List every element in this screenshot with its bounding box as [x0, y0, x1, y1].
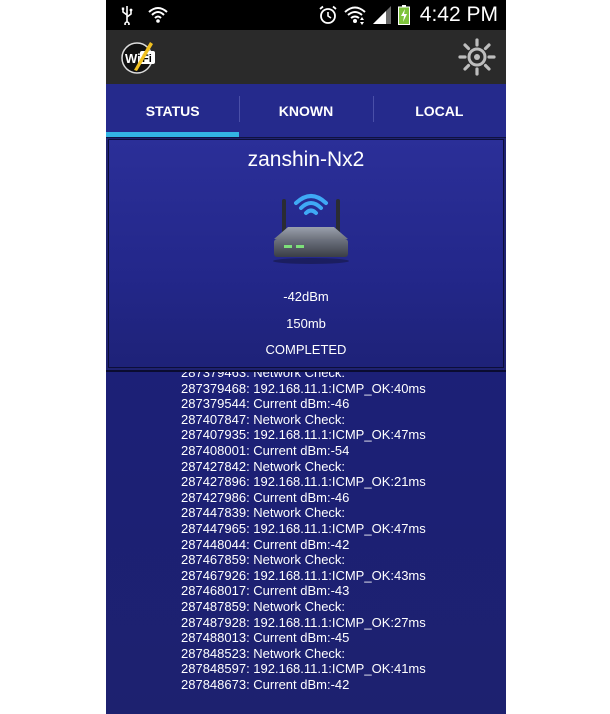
connection-status-panel: zanshin-Nx2 -42dBm 150mb COMPLETED — [108, 139, 504, 368]
log-line: 287848523: Network Check: — [181, 645, 346, 661]
log-line: 287407847: Network Check: — [181, 411, 346, 427]
log-line: 287848673: Current dBm:-42 — [181, 676, 350, 692]
log-line: 287427986: Current dBm:-46 — [181, 489, 350, 505]
clock: 4:42 PM — [419, 3, 498, 26]
log-line: 287427842: Network Check: — [181, 458, 346, 474]
tab-local-label: LOCAL — [415, 102, 464, 119]
signal-strength: -42dBm — [283, 289, 329, 304]
phone-screen: 4:42 PM Wi Fi STATUS KNOWN LOCAL zanshin… — [106, 0, 506, 714]
log-line: 287447965: 192.168.11.1:ICMP_OK:47ms — [181, 520, 426, 536]
action-bar: Wi Fi — [106, 30, 506, 84]
network-ssid: zanshin-Nx2 — [247, 148, 365, 171]
status-bar: 4:42 PM — [106, 0, 506, 30]
log-line: 287468017: Current dBm:-43 — [181, 583, 350, 599]
connection-state: COMPLETED — [265, 342, 347, 357]
gear-icon[interactable] — [458, 38, 496, 76]
link-speed: 150mb — [286, 316, 326, 331]
log-line: 287427896: 192.168.11.1:ICMP_OK:21ms — [181, 474, 426, 490]
wifi-signal-icon — [344, 6, 366, 25]
log-line: 287467926: 192.168.11.1:ICMP_OK:43ms — [181, 567, 426, 583]
log-line: 287487859: Network Check: — [181, 598, 346, 614]
log-line: 287447839: Network Check: — [181, 505, 346, 521]
log-line: 287408001: Current dBm:-54 — [181, 442, 350, 458]
log-line: 287407935: 192.168.11.1:ICMP_OK:47ms — [181, 427, 426, 443]
alarm-icon — [319, 5, 337, 24]
usb-icon — [121, 6, 133, 25]
tab-local[interactable]: LOCAL — [372, 84, 506, 137]
cell-signal-icon — [372, 6, 391, 24]
log-lines: 287379463: Network Check: 287379468: 192.… — [181, 370, 426, 692]
tab-status[interactable]: STATUS — [106, 84, 240, 137]
log-line: 287379544: Current dBm:-46 — [181, 396, 350, 412]
tab-known[interactable]: KNOWN — [239, 84, 372, 137]
log-line: 287379463: Network Check: — [181, 370, 346, 380]
log-line: 287848597: 192.168.11.1:ICMP_OK:41ms — [181, 661, 426, 677]
network-log[interactable]: 287379463: Network Check: 287379468: 192.… — [106, 370, 506, 714]
wifi-app-logo-icon[interactable]: Wi Fi — [120, 40, 158, 76]
battery-charging-icon — [397, 5, 410, 25]
log-line: 287379468: 192.168.11.1:ICMP_OK:40ms — [181, 380, 426, 396]
wifi-router-icon — [273, 194, 349, 264]
tab-status-label: STATUS — [145, 102, 200, 119]
log-line: 287448044: Current dBm:-42 — [181, 536, 350, 552]
wifi-notification-icon — [148, 7, 168, 23]
tab-known-label: KNOWN — [278, 102, 334, 119]
tab-bar: STATUS KNOWN LOCAL — [106, 84, 506, 138]
log-line: 287488013: Current dBm:-45 — [181, 630, 350, 646]
log-line: 287487928: 192.168.11.1:ICMP_OK:27ms — [181, 614, 426, 630]
log-line: 287467859: Network Check: — [181, 552, 346, 568]
